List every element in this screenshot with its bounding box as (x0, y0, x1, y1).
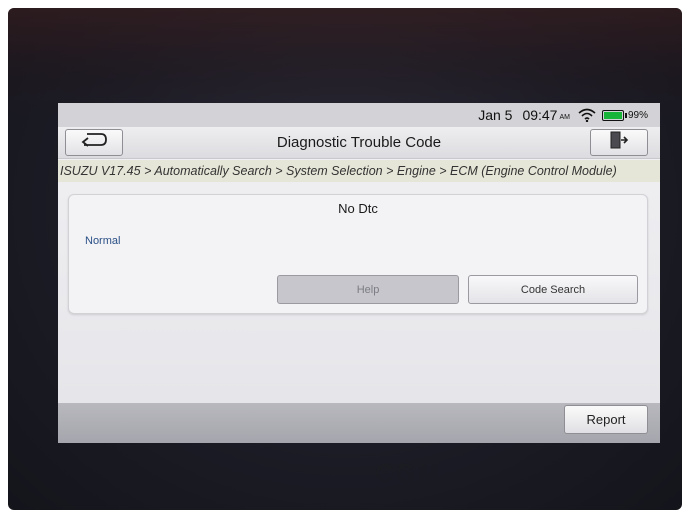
battery-percent: 99% (627, 109, 648, 121)
dtc-result-card: No Dtc Normal Help Code Search (68, 194, 648, 314)
breadcrumb: ISUZU V17.45 > Automatically Search > Sy… (58, 160, 660, 182)
code-search-button[interactable]: Code Search (468, 275, 638, 304)
dtc-heading: No Dtc (338, 201, 378, 216)
device-brand-mark: CGM (375, 458, 442, 488)
battery-icon (601, 109, 627, 121)
dtc-status-text: Normal (85, 235, 121, 247)
title-bar: Diagnostic Trouble Code (58, 127, 660, 159)
status-ampm: AM (559, 113, 570, 121)
status-time: 09:47 (522, 107, 558, 123)
exit-door-icon (609, 131, 629, 154)
report-button[interactable]: Report (564, 405, 648, 434)
status-bar: Jan 5 09:47 AM 99% (58, 103, 660, 127)
status-date: Jan 5 (478, 107, 513, 123)
exit-button[interactable] (590, 129, 648, 156)
device-screen: Jan 5 09:47 AM 99% Diagnostic Trouble Co… (58, 103, 660, 443)
footer-bar: Report (58, 403, 660, 443)
page-title: Diagnostic Trouble Code (276, 134, 442, 151)
main-content: No Dtc Normal Help Code Search (58, 182, 660, 403)
bezel-reflection (8, 8, 682, 118)
help-button[interactable]: Help (277, 275, 459, 304)
wifi-icon (578, 108, 596, 122)
battery-level-fill (603, 111, 622, 119)
